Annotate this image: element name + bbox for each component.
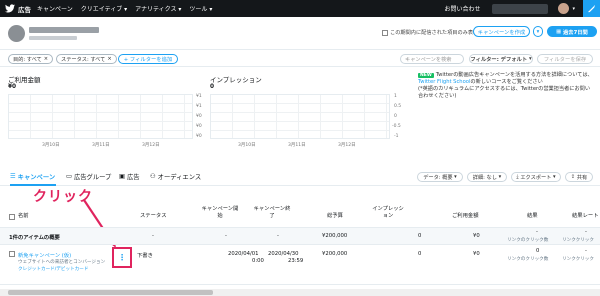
checkbox[interactable] bbox=[382, 29, 388, 36]
nav-right: お問い合わせ ▾ bbox=[444, 0, 600, 17]
nav-creatives[interactable]: クリエイティブ ▾ bbox=[81, 4, 127, 13]
feather-pen-icon bbox=[587, 4, 596, 13]
nav-campaigns[interactable]: キャンペーン bbox=[37, 4, 73, 13]
top-nav: 広告 キャンペーン クリエイティブ ▾ アナリティクス ▾ ツール ▾ お問い合… bbox=[0, 0, 600, 17]
create-campaign-dropdown[interactable]: ▾ bbox=[533, 26, 543, 37]
col-status[interactable]: ステータス bbox=[140, 213, 167, 220]
create-campaign-button[interactable]: キャンペーンを作成 bbox=[473, 26, 530, 37]
account-handle-redacted bbox=[29, 36, 77, 40]
share-button[interactable]: ⇪ 共有 bbox=[565, 172, 593, 182]
avatar[interactable] bbox=[558, 3, 570, 14]
filter-bar: 目的: すべて × ステータス: すべて × + フィルターを追加 キャンペーンを検… bbox=[0, 49, 600, 67]
date-range-button[interactable]: ▦ 過去7日間 bbox=[547, 26, 597, 37]
twitter-bird-icon[interactable] bbox=[5, 4, 15, 13]
breakdown-dropdown[interactable]: 詳細: なし ▾ bbox=[467, 172, 507, 182]
close-icon[interactable]: × bbox=[44, 56, 48, 62]
account-switcher[interactable] bbox=[492, 3, 549, 14]
scrollbar-thumb[interactable] bbox=[8, 290, 213, 295]
close-icon[interactable]: × bbox=[107, 56, 111, 62]
filter-default-dropdown[interactable]: フィルター: デフォルト ▾ bbox=[469, 54, 533, 64]
tab-ad-groups[interactable]: ▭ 広告グループ bbox=[66, 172, 111, 181]
horizontal-scrollbar[interactable] bbox=[0, 289, 600, 296]
col-spend[interactable]: ご利用金額 bbox=[452, 213, 479, 220]
account-name-redacted bbox=[29, 27, 99, 33]
people-icon: ⚇ bbox=[150, 173, 156, 180]
select-all-checkbox[interactable] bbox=[9, 214, 15, 220]
nav-tools[interactable]: ツール ▾ bbox=[189, 4, 212, 13]
impressions-chart-value: 0 bbox=[210, 84, 215, 90]
campaign-name-link[interactable]: 新免キャンペーン (仮) bbox=[18, 251, 71, 259]
checkbox-label: この期間内に配信された項目のみ表示 bbox=[390, 30, 479, 36]
save-filter-button[interactable]: フィルターを保存 bbox=[537, 54, 593, 64]
col-result[interactable]: 結果 bbox=[527, 213, 538, 220]
promo-notice: NEW Twitterの動画広告キャンペーンを活用する方法を詳細については、Twi… bbox=[418, 72, 593, 99]
spend-chart-value: ¥0 bbox=[8, 84, 17, 90]
more-vertical-icon: ⋮ bbox=[118, 253, 126, 262]
list-icon: ☰ bbox=[10, 173, 16, 180]
col-cost-per-result[interactable]: 結果レート bbox=[572, 213, 599, 220]
row-more-menu-button[interactable]: ⋮ bbox=[112, 247, 132, 268]
account-avatar bbox=[8, 25, 25, 42]
col-impressions[interactable]: インプレッション bbox=[370, 206, 406, 220]
row-checkbox[interactable] bbox=[9, 251, 15, 257]
account-header: この期間内に配信された項目のみ表示 キャンペーンを作成 ▾ ▦ 過去7日間 bbox=[0, 17, 600, 49]
filter-chip-objective[interactable]: 目的: すべて × bbox=[8, 54, 54, 64]
spend-chart-label: ご利用金額 bbox=[8, 76, 41, 84]
nav-brand[interactable]: 広告 bbox=[18, 4, 31, 14]
table-summary-row: 1件のアイテムの概要 - - - ¥200,000 0 ¥0 - リンクのクリッ… bbox=[0, 228, 600, 245]
new-badge: NEW bbox=[418, 73, 434, 78]
calendar-icon: ▦ bbox=[556, 28, 563, 35]
col-end[interactable]: キャンペーン終了 bbox=[252, 206, 292, 220]
entity-tabs: ☰ キャンペーン ▭ 広告グループ ▣ 広告 ⚇ オーディエンス bbox=[0, 168, 600, 186]
export-dropdown[interactable]: ⤓ エクスポート ▾ bbox=[511, 172, 561, 182]
add-filter-button[interactable]: + フィルターを追加 bbox=[118, 54, 178, 64]
impressions-chart-label: インプレッション bbox=[210, 76, 262, 84]
delivered-only-toggle[interactable]: この期間内に配信された項目のみ表示 bbox=[382, 29, 478, 36]
table-header: 名前 ステータス キャンペーン開始 キャンペーン終了 総予算 インプレッション … bbox=[0, 200, 600, 228]
tab-audiences[interactable]: ⚇ オーディエンス bbox=[150, 172, 201, 181]
compose-tweet-button[interactable] bbox=[583, 0, 600, 17]
data-view-dropdown[interactable]: データ: 概要 ▾ bbox=[417, 172, 463, 182]
col-start[interactable]: キャンペーン開始 bbox=[200, 206, 240, 220]
spend-chart-grid bbox=[8, 94, 193, 139]
tab-campaigns[interactable]: ☰ キャンペーン bbox=[10, 172, 55, 181]
chevron-down-icon[interactable]: ▾ bbox=[572, 6, 575, 12]
tab-ads[interactable]: ▣ 広告 bbox=[119, 172, 140, 181]
ad-icon: ▣ bbox=[119, 173, 125, 180]
filter-chip-status[interactable]: ステータス: すべて × bbox=[56, 54, 117, 64]
help-link[interactable]: お問い合わせ bbox=[444, 4, 480, 13]
table-row[interactable]: 新免キャンペーン (仮) ウェブサイトへの来訪者とコンバージョン クレジットカー… bbox=[0, 245, 600, 285]
folder-icon: ▭ bbox=[66, 173, 72, 180]
nav-menu: キャンペーン クリエイティブ ▾ アナリティクス ▾ ツール ▾ bbox=[37, 4, 212, 13]
col-budget[interactable]: 総予算 bbox=[327, 213, 343, 220]
col-name[interactable]: 名前 bbox=[18, 213, 29, 220]
nav-analytics[interactable]: アナリティクス ▾ bbox=[135, 4, 181, 13]
impressions-chart-grid bbox=[210, 94, 390, 139]
flight-school-link[interactable]: Twitter Flight School bbox=[418, 79, 470, 85]
campaign-search-input[interactable]: キャンペーンを検索 bbox=[400, 54, 464, 64]
